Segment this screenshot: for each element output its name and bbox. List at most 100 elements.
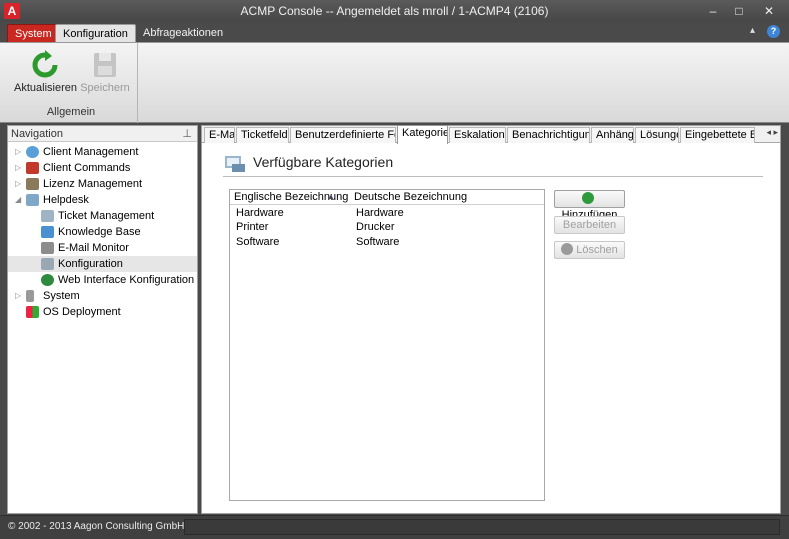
- add-button[interactable]: Hinzufügen: [554, 190, 625, 221]
- tab-scroll-arrows[interactable]: ◂ ▸: [766, 127, 778, 138]
- menu-tab-abfrageaktionen[interactable]: Abfrageaktionen: [136, 24, 230, 43]
- status-bar: © 2002 - 2013 Aagon Consulting GmbH: [0, 515, 789, 539]
- cell-german: Drucker: [356, 221, 395, 233]
- knowledge-base-icon: [41, 226, 54, 238]
- tab-benachrichtigungen[interactable]: Benachrichtigungen: [507, 127, 590, 143]
- column-header-german[interactable]: Deutsche Bezeichnung: [354, 191, 467, 203]
- categories-list[interactable]: Englische Bezeichnung ▲ Deutsche Bezeich…: [229, 189, 545, 501]
- nav-item-label: Client Management: [43, 146, 139, 158]
- refresh-button[interactable]: Aktualisieren: [14, 47, 77, 97]
- nav-item-helpdesk[interactable]: ◢ Helpdesk: [8, 192, 197, 208]
- email-monitor-icon: [41, 242, 54, 254]
- navigation-title: Navigation: [11, 128, 63, 140]
- add-icon: [582, 192, 594, 204]
- nav-item-label: Knowledge Base: [58, 226, 141, 238]
- configuration-icon: [41, 258, 54, 270]
- delete-label: Löschen: [576, 244, 618, 256]
- copyright-text: © 2002 - 2013 Aagon Consulting GmbH: [8, 521, 185, 532]
- nav-item-konfiguration[interactable]: Konfiguration: [8, 256, 197, 272]
- cell-english: Printer: [236, 221, 269, 233]
- list-row[interactable]: Hardware Hardware: [230, 207, 544, 221]
- globe-icon: [41, 274, 54, 286]
- expand-icon[interactable]: ▷: [15, 144, 23, 160]
- nav-item-lizenz-management[interactable]: ▷ Lizenz Management: [8, 176, 197, 192]
- status-panel: [184, 519, 780, 535]
- nav-item-client-management[interactable]: ▷ Client Management: [8, 144, 197, 160]
- tab-anhaenge[interactable]: Anhänge: [591, 127, 634, 143]
- helpdesk-icon: [26, 194, 39, 206]
- tab-eskalationen[interactable]: Eskalationen: [449, 127, 506, 143]
- nav-item-label: System: [43, 290, 80, 302]
- expand-icon[interactable]: ▷: [15, 176, 23, 192]
- client-commands-icon: [26, 162, 39, 174]
- ticket-icon: [41, 210, 54, 222]
- menu-bar: System Konfiguration Abfrageaktionen ▴ ?: [0, 22, 789, 44]
- list-row[interactable]: Printer Drucker: [230, 221, 544, 235]
- expand-icon[interactable]: ▷: [15, 288, 23, 304]
- nav-item-email-monitor[interactable]: E-Mail Monitor: [8, 240, 197, 256]
- tab-loesungen[interactable]: Lösungen: [635, 127, 679, 143]
- minimize-button[interactable]: –: [700, 2, 726, 20]
- tab-eingebettete-bilder[interactable]: Eingebettete Bilder: [680, 127, 755, 143]
- content-panel: E-Mail Ticketfelder Benutzerdefinierte F…: [201, 125, 781, 514]
- page-title: Verfügbare Kategorien: [253, 154, 394, 170]
- app-window: A ACMP Console -- Angemeldet als mroll /…: [0, 0, 789, 539]
- delete-button[interactable]: Löschen: [554, 241, 625, 259]
- list-header: Englische Bezeichnung ▲ Deutsche Bezeich…: [230, 190, 544, 205]
- expand-icon[interactable]: ▷: [15, 160, 23, 176]
- delete-icon: [561, 243, 574, 255]
- refresh-label: Aktualisieren: [14, 82, 77, 94]
- sort-ascending-icon[interactable]: ▲: [327, 192, 335, 201]
- nav-item-system[interactable]: ▷ System: [8, 288, 197, 304]
- ribbon: Aktualisieren Speichern Allgemein: [0, 42, 789, 123]
- nav-item-knowledge-base[interactable]: Knowledge Base: [8, 224, 197, 240]
- save-label: Speichern: [80, 82, 130, 94]
- nav-item-label: Client Commands: [43, 162, 131, 174]
- window-title: ACMP Console -- Angemeldet als mroll / 1…: [240, 4, 549, 18]
- client-management-icon: [26, 146, 39, 158]
- edit-button[interactable]: Bearbeiten: [554, 216, 625, 234]
- menu-tab-system[interactable]: System: [7, 24, 60, 43]
- ribbon-group-allgemein: Aktualisieren Speichern Allgemein: [4, 43, 138, 123]
- close-button[interactable]: ✕: [756, 2, 782, 20]
- tab-benutzerdefinierte-felder[interactable]: Benutzerdefinierte Felder: [290, 127, 396, 143]
- nav-item-label: Web Interface Konfiguration: [58, 274, 195, 286]
- floppy-disk-icon: [94, 53, 116, 77]
- nav-item-os-deployment[interactable]: OS Deployment: [8, 304, 197, 320]
- divider: [223, 176, 763, 177]
- tab-kategorien[interactable]: Kategorien: [397, 125, 448, 144]
- collapse-icon[interactable]: ◢: [15, 192, 23, 208]
- tab-email[interactable]: E-Mail: [204, 127, 235, 143]
- collapse-ribbon-icon[interactable]: ▴: [750, 25, 755, 36]
- ribbon-group-label: Allgemein: [46, 106, 96, 118]
- cell-english: Software: [236, 236, 280, 248]
- nav-item-label: OS Deployment: [43, 306, 121, 318]
- nav-item-label: Ticket Management: [58, 210, 155, 222]
- categories-icon: [225, 156, 245, 172]
- list-row[interactable]: Software Software: [230, 236, 544, 250]
- nav-item-ticket-management[interactable]: Ticket Management: [8, 208, 197, 224]
- license-key-icon: [26, 178, 39, 190]
- navigation-header: Navigation ⊥: [8, 126, 197, 142]
- cell-english: Hardware: [236, 207, 284, 219]
- nav-item-label: Helpdesk: [43, 194, 89, 206]
- cell-german: Hardware: [356, 207, 404, 219]
- save-button[interactable]: Speichern: [74, 47, 136, 97]
- tab-ticketfelder[interactable]: Ticketfelder: [236, 127, 289, 143]
- tab-strip: E-Mail Ticketfelder Benutzerdefinierte F…: [202, 125, 780, 144]
- title-bar: A ACMP Console -- Angemeldet als mroll /…: [0, 0, 789, 22]
- menu-tab-konfiguration[interactable]: Konfiguration: [55, 24, 136, 44]
- refresh-icon: [32, 50, 58, 78]
- pin-icon[interactable]: ⊥: [182, 127, 192, 140]
- nav-item-label: Lizenz Management: [43, 178, 143, 190]
- help-icon[interactable]: ?: [767, 25, 780, 38]
- nav-item-web-interface-konfiguration[interactable]: Web Interface Konfiguration: [8, 272, 197, 288]
- windows-logo-icon: [26, 306, 39, 318]
- maximize-button[interactable]: □: [726, 2, 752, 20]
- nav-item-label: E-Mail Monitor: [58, 242, 129, 254]
- nav-item-label: Konfiguration: [58, 258, 123, 270]
- system-tower-icon: [26, 290, 34, 302]
- edit-label: Bearbeiten: [562, 219, 617, 231]
- navigation-panel: Navigation ⊥ ▷ Client Management ▷ Clien…: [7, 125, 198, 514]
- nav-item-client-commands[interactable]: ▷ Client Commands: [8, 160, 197, 176]
